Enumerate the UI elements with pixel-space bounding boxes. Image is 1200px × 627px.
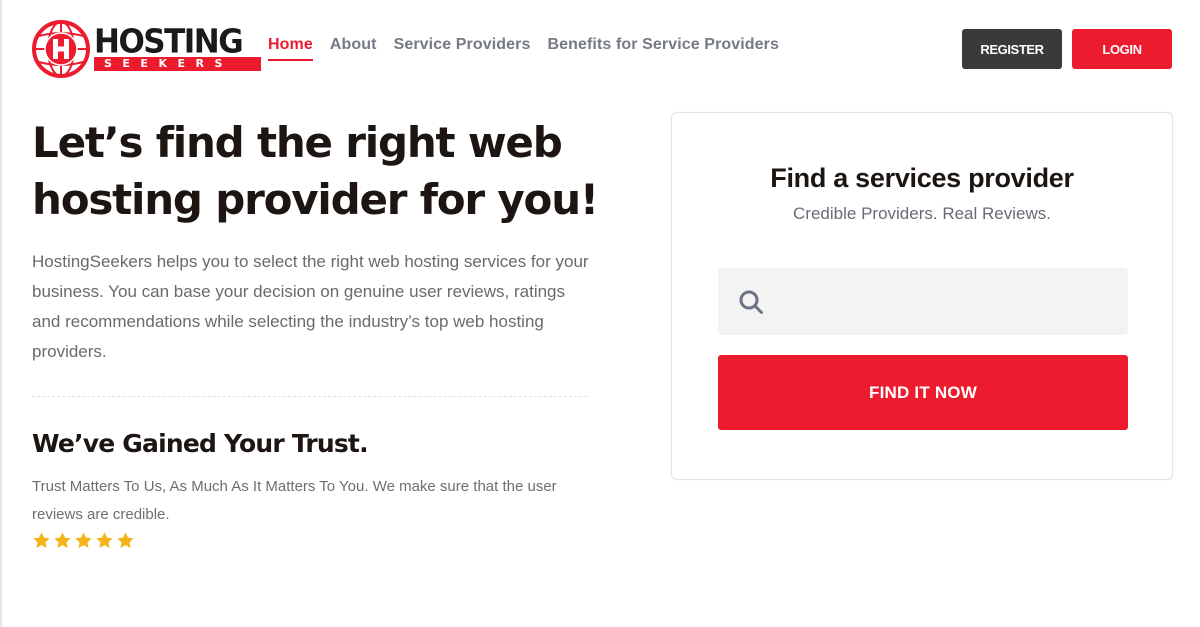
site-header: HOSTING SEEKERS Home About Service Provi… <box>0 0 1200 96</box>
star-icon <box>117 532 134 548</box>
hero-description: HostingSeekers helps you to select the r… <box>32 252 589 361</box>
star-icon <box>75 532 92 548</box>
section-divider <box>32 396 587 397</box>
search-card-title: Find a services provider <box>770 163 1074 193</box>
nav-item-home[interactable]: Home <box>268 36 313 61</box>
star-icon <box>54 532 71 548</box>
find-it-now-button[interactable]: FIND IT NOW <box>718 355 1128 430</box>
search-card: Find a services provider Credible Provid… <box>671 112 1173 480</box>
globe-logo-icon <box>32 20 90 78</box>
search-icon <box>739 290 763 314</box>
main-nav: Home About Service Providers Benefits fo… <box>268 36 796 61</box>
search-card-subtitle: Credible Providers. Real Reviews. <box>793 204 1051 223</box>
search-input[interactable] <box>778 268 1118 335</box>
nav-item-benefits[interactable]: Benefits for Service Providers <box>547 36 779 60</box>
star-icon <box>33 532 50 548</box>
star-rating <box>32 531 135 550</box>
nav-item-service-providers[interactable]: Service Providers <box>394 36 531 60</box>
search-box <box>718 268 1128 335</box>
site-logo[interactable]: HOSTING SEEKERS <box>31 19 263 79</box>
nav-item-about[interactable]: About <box>330 36 377 60</box>
star-icon <box>96 532 113 548</box>
trust-description: Trust Matters To Us, As Much As It Matte… <box>32 478 557 523</box>
login-button[interactable]: LOGIN <box>1072 29 1172 69</box>
register-button[interactable]: REGISTER <box>962 29 1062 69</box>
logo-wordmark: HOSTING SEEKERS <box>94 22 261 71</box>
hero-title: Let’s find the right web hosting provide… <box>32 118 599 224</box>
trust-title: We’ve Gained Your Trust. <box>32 429 369 458</box>
logo-text-hosting: HOSTING <box>94 22 244 61</box>
